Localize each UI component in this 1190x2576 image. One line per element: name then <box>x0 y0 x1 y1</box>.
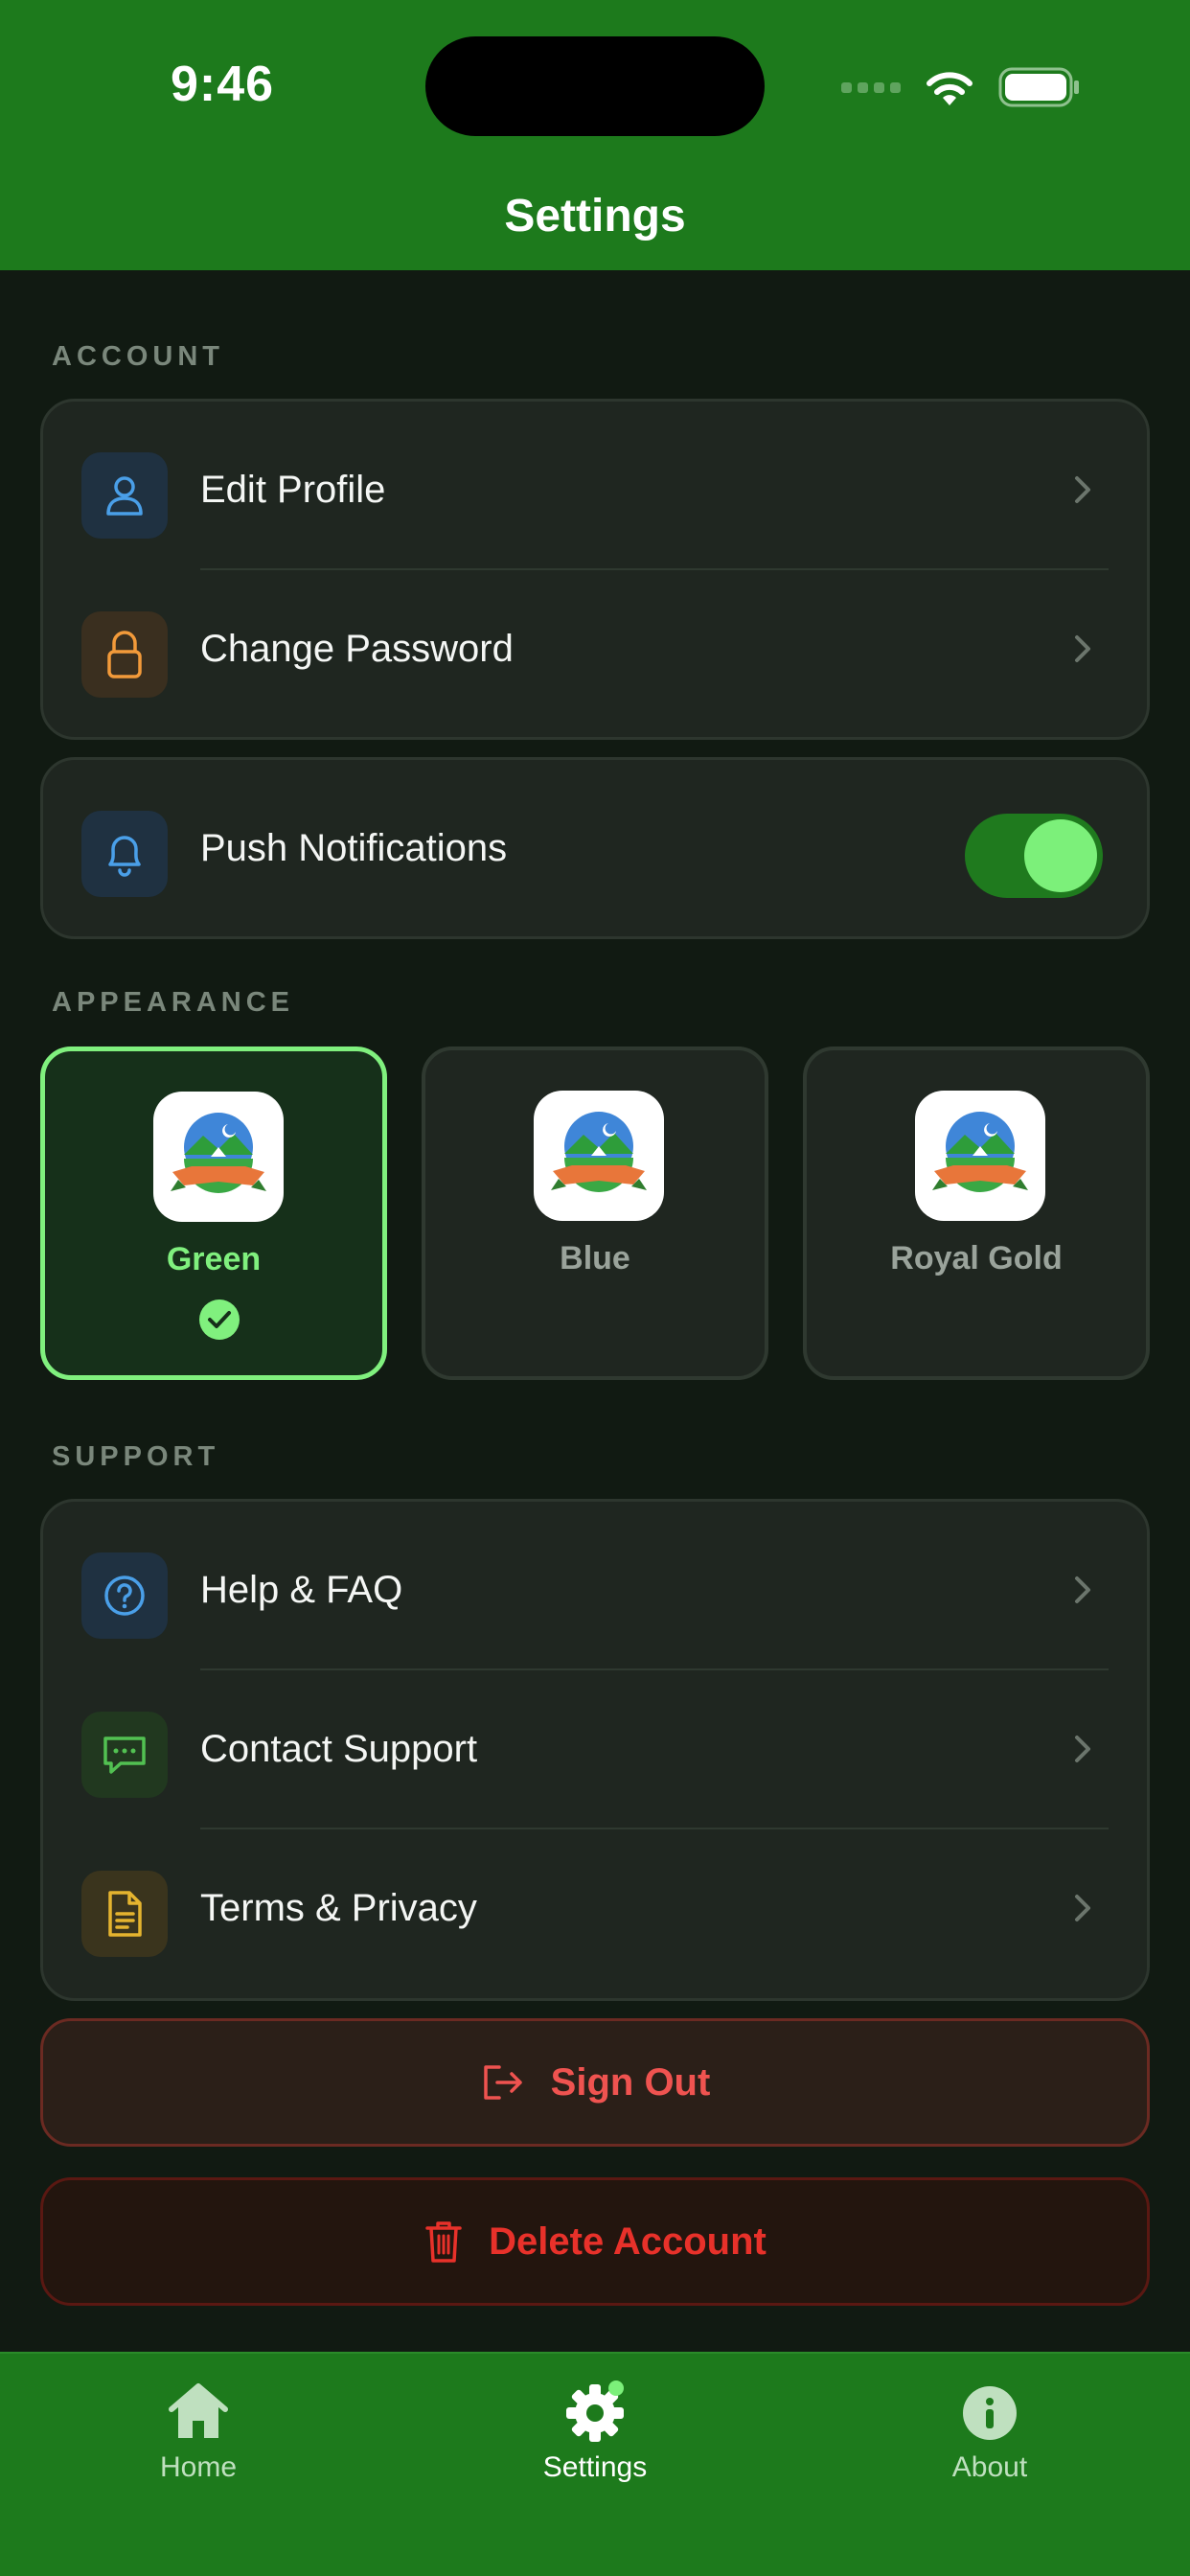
chevron-right-icon <box>1075 1576 1090 1603</box>
terms-privacy-label: Terms & Privacy <box>200 1887 477 1929</box>
tab-label: Home <box>159 2451 238 2483</box>
theme-name: Blue <box>560 1240 630 1276</box>
tab-settings[interactable]: Settings <box>490 2380 700 2484</box>
push-notifications-toggle[interactable] <box>965 814 1103 898</box>
section-label-support: SUPPORT <box>52 1441 220 1472</box>
terms-privacy-row[interactable]: Terms & Privacy <box>43 1828 1147 1987</box>
lock-icon <box>81 611 168 698</box>
account-card: Edit Profile Change Password <box>40 399 1150 740</box>
chevron-right-icon <box>1075 476 1090 503</box>
chat-bubble-icon <box>81 1712 168 1798</box>
status-indicators <box>841 61 1081 113</box>
delete-account-button[interactable]: Delete Account <box>40 2177 1150 2306</box>
theme-name: Green <box>166 1241 262 1277</box>
bell-icon <box>81 811 168 897</box>
theme-option-blue[interactable]: Blue <box>422 1046 768 1380</box>
theme-name: Royal Gold <box>890 1240 1063 1276</box>
support-card: Help & FAQ Contact Support Terms & Priva… <box>40 1499 1150 2001</box>
dynamic-island <box>425 36 765 136</box>
page-title: Settings <box>504 191 686 242</box>
sign-out-icon <box>483 2065 522 2100</box>
edit-profile-row[interactable]: Edit Profile <box>43 409 1147 568</box>
sign-out-button[interactable]: Sign Out <box>40 2018 1150 2147</box>
change-password-label: Change Password <box>200 628 514 670</box>
tab-label: About <box>951 2451 1028 2483</box>
trash-icon <box>425 2221 462 2263</box>
status-time: 9:46 <box>171 57 275 112</box>
contact-support-label: Contact Support <box>200 1728 478 1770</box>
app-logo-icon <box>534 1091 664 1221</box>
battery-icon <box>998 67 1079 107</box>
app-logo-icon <box>915 1091 1045 1221</box>
sign-out-label: Sign Out <box>550 2060 711 2104</box>
theme-option-green[interactable]: Green <box>40 1046 387 1380</box>
header-bar: 9:46 Settings <box>0 0 1190 270</box>
question-circle-icon <box>81 1552 168 1639</box>
help-faq-row[interactable]: Help & FAQ <box>43 1509 1147 1668</box>
home-icon <box>169 2383 228 2438</box>
checkmark-circle-icon <box>199 1300 240 1340</box>
section-label-appearance: APPEARANCE <box>52 987 295 1018</box>
delete-account-label: Delete Account <box>489 2220 767 2263</box>
notification-dot <box>608 2380 624 2396</box>
app-logo-icon <box>153 1092 284 1222</box>
cellular-signal-icon <box>841 81 901 93</box>
document-icon <box>81 1871 168 1957</box>
wifi-icon <box>927 72 973 105</box>
tab-about[interactable]: About <box>884 2380 1095 2484</box>
chevron-right-icon <box>1075 1736 1090 1762</box>
theme-option-royal-gold[interactable]: Royal Gold <box>803 1046 1150 1380</box>
change-password-row[interactable]: Change Password <box>43 568 1147 727</box>
chevron-right-icon <box>1075 635 1090 662</box>
tab-label: Settings <box>542 2451 648 2483</box>
info-icon <box>963 2386 1017 2440</box>
help-faq-label: Help & FAQ <box>200 1569 403 1611</box>
chevron-right-icon <box>1075 1895 1090 1921</box>
toggle-knob <box>1024 819 1097 892</box>
settings-screen: 9:46 Settings ACCOUNT Edit Profile Chang… <box>0 0 1190 2576</box>
person-icon <box>81 452 168 539</box>
push-notifications-label: Push Notifications <box>200 827 508 869</box>
push-notifications-row: Push Notifications <box>43 768 1147 927</box>
tab-home[interactable]: Home <box>93 2380 304 2484</box>
contact-support-row[interactable]: Contact Support <box>43 1668 1147 1828</box>
notifications-card: Push Notifications <box>40 757 1150 939</box>
tab-bar: Home Settings About <box>0 2352 1190 2576</box>
section-label-account: ACCOUNT <box>52 341 224 372</box>
edit-profile-label: Edit Profile <box>200 469 386 511</box>
